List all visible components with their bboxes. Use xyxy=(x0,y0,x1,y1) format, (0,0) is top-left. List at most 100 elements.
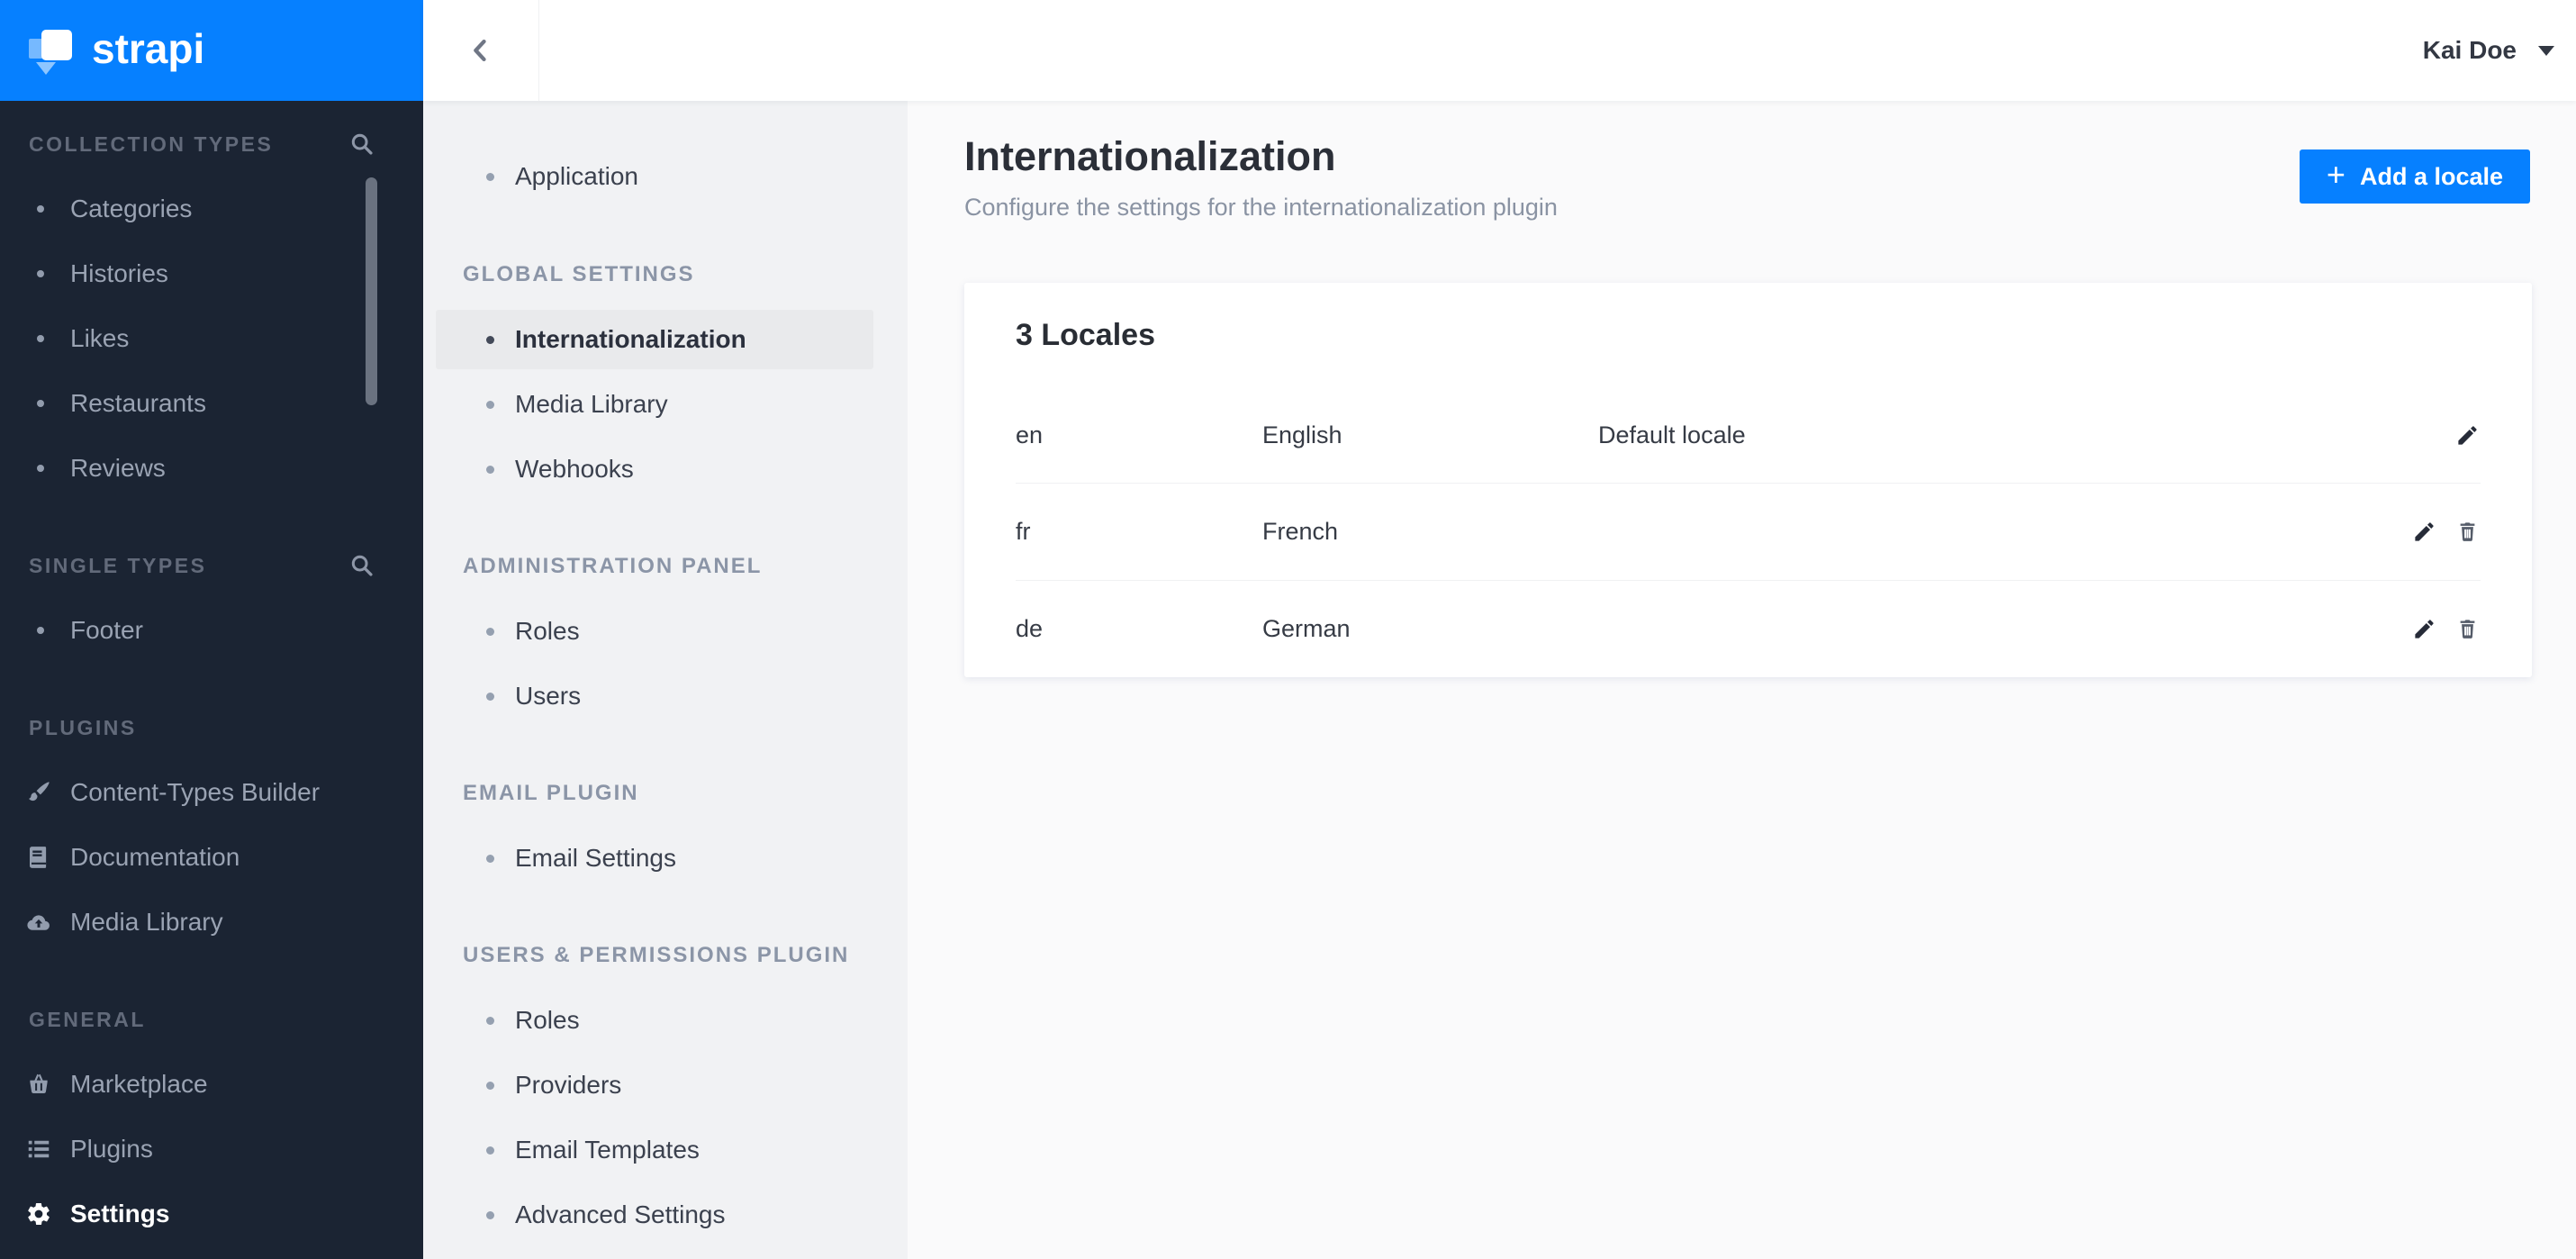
settings-nav-item-label: Users xyxy=(515,682,582,710)
sidebar-item-marketplace[interactable]: Marketplace xyxy=(0,1066,423,1102)
sidebar-item-label: Media Library xyxy=(70,908,223,936)
sidebar-section-header-general: GENERAL xyxy=(29,1007,146,1031)
brush-icon xyxy=(25,779,52,806)
bullet-icon xyxy=(37,465,44,472)
bullet-icon xyxy=(37,270,44,277)
edit-locale-button[interactable] xyxy=(2410,519,2437,546)
bullet-icon xyxy=(37,627,44,634)
pencil-icon xyxy=(2455,423,2480,448)
delete-locale-button[interactable] xyxy=(2454,615,2481,642)
locale-code: de xyxy=(1016,614,1044,642)
settings-nav-item-label: Media Library xyxy=(515,390,668,418)
settings-nav-item-application[interactable]: Application xyxy=(423,157,908,196)
strapi-logo-icon xyxy=(29,26,79,75)
settings-sidebar: Application GLOBAL SETTINGS Internationali… xyxy=(423,101,908,1259)
sidebar-item-histories[interactable]: Histories xyxy=(0,256,423,292)
locale-row-en[interactable]: en English Default locale xyxy=(1016,387,2481,485)
sidebar-item-label: Plugins xyxy=(70,1135,153,1163)
bullet-icon xyxy=(37,335,44,342)
bullet-icon xyxy=(486,400,494,409)
settings-nav-item-advanced-settings[interactable]: Advanced Settings xyxy=(423,1195,908,1235)
back-button[interactable] xyxy=(423,0,539,101)
settings-nav-item-users[interactable]: Users xyxy=(423,676,908,716)
bullet-icon xyxy=(486,692,494,701)
sidebar-scrollbar[interactable] xyxy=(366,177,377,405)
sidebar-item-restaurants[interactable]: Restaurants xyxy=(0,385,423,421)
settings-nav-section-email-plugin: EMAIL PLUGIN xyxy=(463,781,639,805)
pencil-icon xyxy=(2412,617,2436,641)
sidebar-item-label: Reviews xyxy=(70,454,166,482)
settings-nav-item-email-templates[interactable]: Email Templates xyxy=(423,1130,908,1170)
sidebar-item-label: Content-Types Builder xyxy=(70,778,321,806)
bullet-icon xyxy=(486,335,494,344)
sidebar-item-label: Categories xyxy=(70,195,193,222)
edit-locale-button[interactable] xyxy=(2410,615,2437,642)
sidebar-item-footer[interactable]: Footer xyxy=(0,612,423,648)
locale-name: French xyxy=(1262,518,1339,546)
cloud-upload-icon xyxy=(25,909,52,936)
delete-locale-button[interactable] xyxy=(2454,519,2481,546)
sidebar-section-header-collection-types: COLLECTION TYPES xyxy=(29,131,274,156)
bullet-icon xyxy=(486,1210,494,1219)
bullet-icon xyxy=(486,465,494,474)
sidebar-item-settings[interactable]: Settings xyxy=(0,1196,423,1232)
search-icon[interactable] xyxy=(349,553,375,578)
settings-nav-item-label: Providers xyxy=(515,1071,622,1099)
user-menu[interactable]: Kai Doe xyxy=(2423,0,2554,101)
sidebar-item-plugins[interactable]: Plugins xyxy=(0,1131,423,1167)
add-locale-label: Add a locale xyxy=(2359,162,2503,190)
gear-icon xyxy=(25,1200,52,1227)
basket-icon xyxy=(25,1071,52,1098)
locales-card: 3 Locales en English Default locale fr Frenc… xyxy=(964,283,2532,677)
plus-icon: + xyxy=(2326,156,2346,193)
trash-icon xyxy=(2455,617,2480,641)
trash-icon xyxy=(2455,520,2480,544)
settings-nav-item-media-library[interactable]: Media Library xyxy=(423,385,908,424)
main-content: Internationalization Configure the setti… xyxy=(908,101,2576,1259)
settings-nav-item-email-settings[interactable]: Email Settings xyxy=(423,838,908,878)
main-sidebar: strapi COLLECTION TYPES Categories Histori… xyxy=(0,0,423,1259)
brand-logo[interactable]: strapi xyxy=(0,0,423,101)
sidebar-item-label: Marketplace xyxy=(70,1070,208,1098)
bullet-icon xyxy=(486,1146,494,1155)
settings-nav-item-internationalization[interactable]: Internationalization xyxy=(423,320,908,359)
list-icon xyxy=(25,1136,52,1163)
sidebar-section-header-plugins: PLUGINS xyxy=(29,715,137,739)
sidebar-item-documentation[interactable]: Documentation xyxy=(0,839,423,875)
bullet-icon xyxy=(486,627,494,636)
bullet-icon xyxy=(37,400,44,407)
locale-name: German xyxy=(1262,614,1351,642)
locale-name: English xyxy=(1262,421,1342,449)
sidebar-item-reviews[interactable]: Reviews xyxy=(0,450,423,486)
brand-name: strapi xyxy=(92,25,205,72)
settings-nav-item-webhooks[interactable]: Webhooks xyxy=(423,449,908,489)
sidebar-item-label: Restaurants xyxy=(70,389,206,417)
page-title: Internationalization xyxy=(964,133,1336,179)
pencil-icon xyxy=(2412,520,2436,544)
settings-nav-item-label: Roles xyxy=(515,1006,580,1034)
sidebar-item-label: Histories xyxy=(70,259,168,287)
settings-nav-item-label: Advanced Settings xyxy=(515,1200,726,1228)
sidebar-item-media-library[interactable]: Media Library xyxy=(0,904,423,940)
settings-nav-item-label: Roles xyxy=(515,617,580,645)
settings-nav-item-roles[interactable]: Roles xyxy=(423,1001,908,1040)
add-locale-button[interactable]: + Add a locale xyxy=(2299,149,2530,204)
book-icon xyxy=(25,844,52,871)
chevron-left-icon xyxy=(465,35,496,66)
user-name: Kai Doe xyxy=(2422,36,2517,64)
sidebar-item-label: Settings xyxy=(70,1200,170,1227)
sidebar-item-likes[interactable]: Likes xyxy=(0,321,423,357)
search-icon[interactable] xyxy=(349,131,375,157)
locale-row-fr[interactable]: fr French xyxy=(1016,484,2481,581)
settings-nav-item-providers[interactable]: Providers xyxy=(423,1065,908,1105)
sidebar-item-content-types-builder[interactable]: Content-Types Builder xyxy=(0,774,423,811)
locale-row-de[interactable]: de German xyxy=(1016,581,2481,677)
settings-nav-item-roles[interactable]: Roles xyxy=(423,611,908,651)
app-root: strapi COLLECTION TYPES Categories Histori… xyxy=(0,0,2576,1259)
locales-count-title: 3 Locales xyxy=(1016,317,1155,352)
settings-nav-section-global-settings: GLOBAL SETTINGS xyxy=(463,262,695,286)
locale-row-actions xyxy=(2454,422,2481,449)
locale-row-actions xyxy=(2410,519,2481,546)
edit-locale-button[interactable] xyxy=(2454,422,2481,449)
sidebar-item-categories[interactable]: Categories xyxy=(0,191,423,227)
